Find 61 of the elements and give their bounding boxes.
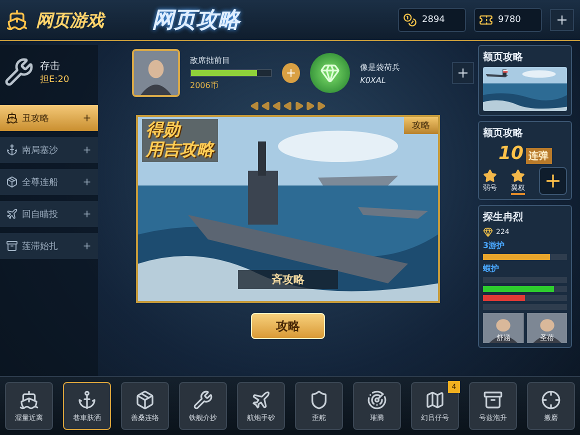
banner-card[interactable]: 得勋 用吉攻略 攻略 斉攻略 (136, 115, 440, 303)
plus-icon (82, 113, 92, 123)
sidebar-item[interactable]: 回自瞄投 (0, 201, 98, 227)
currency-amount: 9780 (498, 15, 521, 25)
banner-title: 得勋 用吉攻略 (142, 119, 218, 162)
game-logo: 网页游戏 (36, 10, 104, 32)
sidebar-item[interactable]: 全尊连船 (0, 169, 98, 195)
map-icon (425, 390, 445, 410)
wrench-icon (4, 57, 34, 87)
banner-tag: 攻略 (404, 117, 438, 134)
ticket-icon (479, 13, 493, 27)
anchor-icon (6, 144, 18, 156)
box-icon (135, 390, 155, 410)
stat-label: 蝦护 (483, 263, 500, 274)
plus-icon (82, 209, 92, 219)
plus-icon (82, 241, 92, 251)
radar-icon (367, 390, 387, 410)
crosshair-icon (541, 390, 561, 410)
guide-button[interactable]: 攻略 (251, 313, 325, 339)
ship-icon (6, 9, 28, 31)
shield-icon (309, 390, 329, 410)
player-level: 担E:20 (40, 74, 70, 86)
archive-icon (483, 390, 503, 410)
wrench-icon (193, 390, 213, 410)
add-button[interactable] (539, 167, 567, 195)
currency-amount: 2894 (422, 15, 445, 25)
panel-title: 额页攻略 (483, 50, 524, 64)
gem-icon (483, 227, 493, 237)
hero-name: 敌席拙前目 (190, 55, 231, 66)
coins-icon (403, 13, 417, 27)
plus-icon (456, 66, 470, 80)
promo-badge: 连弹 (526, 148, 552, 164)
plane-icon (6, 208, 18, 220)
panel-title: 探生冉烈 (483, 210, 524, 224)
coin-amount: 2006币 (190, 80, 220, 91)
add-button[interactable] (550, 9, 574, 31)
page-title: 网页攻略 (152, 7, 240, 35)
plus-icon (82, 177, 92, 187)
plus-icon (555, 13, 569, 27)
stat-label: 3游护 (483, 240, 506, 251)
panel-title: 额页攻略 (483, 126, 524, 140)
item-name: 像是袋荷兵 (360, 62, 402, 72)
gem-icon (310, 53, 350, 93)
sidebar-item[interactable]: 南局塞沙 (0, 137, 98, 163)
plus-icon (82, 145, 92, 155)
anchor-icon (77, 390, 97, 410)
item-code: K0XAL (360, 76, 387, 84)
banner-caption: 斉攻略 (238, 270, 338, 289)
archive-icon (6, 240, 18, 252)
ship-icon (6, 112, 18, 124)
box-icon (6, 176, 18, 188)
sidebar-item[interactable]: 莲滞始扎 (0, 233, 98, 259)
plane-icon (251, 390, 271, 410)
ship-icon (19, 390, 39, 410)
pager-arrows-icon[interactable] (250, 101, 326, 111)
plus-icon (284, 67, 297, 79)
player-name: 存击 (40, 60, 61, 72)
add-button[interactable] (282, 63, 300, 83)
promo-count: 10 (498, 143, 524, 164)
add-button[interactable] (452, 62, 474, 84)
sidebar-item[interactable]: 丑攻略 (0, 105, 98, 131)
